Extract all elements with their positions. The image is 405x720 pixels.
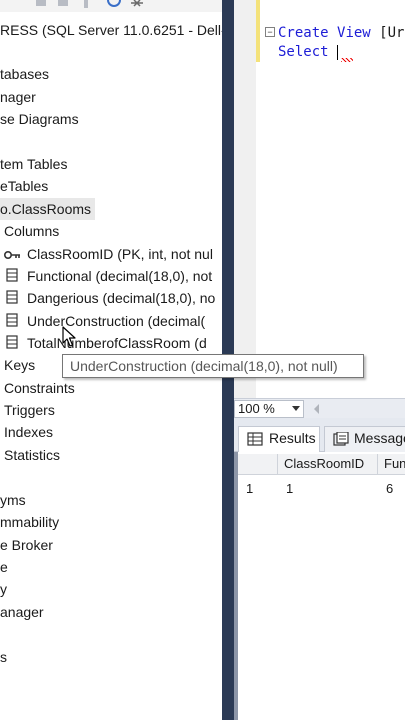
editor-margin — [234, 0, 256, 398]
object-explorer-toolbar — [0, 0, 223, 12]
tree-item-column-underconstruction[interactable]: UnderConstruction (decimal( — [4, 310, 205, 332]
tree-item-label: o.ClassRooms — [0, 201, 92, 217]
tree-item-column-functional[interactable]: Functional (decimal(18,0), not — [4, 265, 212, 287]
tree-item-indexes[interactable]: Indexes — [4, 421, 53, 443]
tree-item-service-broker[interactable]: e Broker — [0, 534, 53, 556]
text-caret — [337, 44, 339, 60]
tab-results[interactable]: Results — [238, 426, 320, 452]
tree-item-programmability[interactable]: mmability — [0, 511, 59, 533]
column-icon — [4, 266, 21, 288]
code-keyword: Select — [278, 44, 329, 60]
tree-item-label: TotalNumberofClassRoom (d — [27, 335, 207, 351]
tree-item-label: Constraints — [4, 380, 75, 396]
server-node[interactable]: RESS (SQL Server 11.0.6251 - Dell-I — [0, 19, 223, 41]
server-node-label: RESS (SQL Server 11.0.6251 - Dell-I — [0, 22, 223, 38]
grid-cell-functional[interactable]: 6 — [378, 478, 405, 500]
tree-item-label: ClassRoomID (PK, int, not nul — [27, 246, 213, 262]
grid-header-rownum — [238, 454, 278, 475]
code-keyword: View — [337, 25, 371, 41]
tree-item-label: Indexes — [4, 424, 54, 440]
tree-item-triggers[interactable]: Triggers — [4, 399, 55, 421]
toolbar-icons — [36, 0, 143, 8]
tree-item-label: Dangerious (decimal(18,0), no — [27, 290, 216, 306]
tree-item-label: tabases — [0, 66, 50, 82]
zoom-value: 100 % — [238, 401, 275, 416]
code-keyword: Create — [278, 25, 329, 41]
tree-item-label: nager — [0, 89, 36, 105]
tree-item-label: eTables — [0, 178, 49, 194]
tree-item-column-totalnumberofclassroom[interactable]: TotalNumberofClassRoom (d — [4, 332, 207, 354]
tree-item-constraints[interactable]: Constraints — [4, 377, 75, 399]
mouse-cursor-icon — [62, 326, 76, 347]
tree-item-label: Functional (decimal(18,0), not — [27, 268, 213, 284]
scroll-left-icon[interactable] — [314, 404, 319, 414]
tree-item-label: y — [0, 581, 7, 597]
tree-item-column-classroomid[interactable]: ClassRoomID (PK, int, not nul — [3, 243, 213, 266]
column-icon — [4, 333, 21, 355]
code-text: [Ur — [379, 25, 405, 41]
collapse-icon[interactable]: − — [265, 27, 275, 37]
tree-item-storage[interactable]: e — [0, 556, 8, 578]
tab-messages[interactable]: Message — [324, 426, 405, 452]
tree-item-filetables[interactable]: eTables — [0, 175, 48, 197]
tree-item-classrooms-table[interactable]: o.ClassRooms — [0, 198, 96, 220]
tree-item-label: anager — [0, 604, 44, 620]
tree-item-truncated[interactable]: s — [0, 646, 7, 668]
results-tab-strip: Results Message — [234, 418, 405, 452]
tree-item-label: Statistics — [4, 447, 61, 463]
column-icon — [4, 311, 21, 333]
tab-label: Results — [269, 430, 316, 446]
editor-status-strip: 100 % — [234, 398, 405, 418]
tree-item-label: Columns — [4, 223, 60, 239]
tree-item-databases[interactable]: tabases — [0, 63, 49, 85]
tree-item-security[interactable]: y — [0, 578, 7, 600]
change-indicator-bar — [256, 0, 260, 62]
column-tooltip: UnderConstruction (decimal(18,0), not nu… — [62, 354, 364, 378]
column-icon — [4, 288, 21, 310]
message-icon — [333, 431, 349, 446]
tree-item-label: se Diagrams — [0, 111, 79, 127]
tree-item-column-dangerious[interactable]: Dangerious (decimal(18,0), no — [4, 287, 215, 309]
tree-item-database-diagrams[interactable]: se Diagrams — [0, 108, 79, 130]
tree-item-label: UnderConstruction (decimal( — [27, 313, 206, 329]
tree-item-manager-2[interactable]: anager — [0, 601, 44, 623]
grid-header-classroomid[interactable]: ClassRoomID — [278, 454, 378, 475]
chevron-down-icon — [292, 406, 300, 411]
tree-item-label: mmability — [0, 514, 60, 530]
key-icon — [3, 244, 21, 266]
tree-item-statistics[interactable]: Statistics — [4, 444, 60, 466]
tree-item-manager[interactable]: nager — [0, 86, 36, 108]
grid-header-functional[interactable]: Fun — [378, 454, 405, 475]
code-line-2[interactable]: Select — [278, 42, 339, 62]
code-line-1[interactable]: Create View [Ur — [278, 23, 404, 43]
error-squiggle — [341, 58, 353, 62]
tree-item-synonyms[interactable]: yms — [0, 489, 26, 511]
tree-item-label: tem Tables — [0, 156, 68, 172]
tree-item-keys[interactable]: Keys — [4, 354, 35, 376]
grid-cell-classroomid[interactable]: 1 — [278, 478, 378, 500]
tree-item-label: e Broker — [0, 537, 53, 553]
tree-item-system-tables[interactable]: tem Tables — [0, 153, 67, 175]
tree-item-label: Keys — [4, 357, 36, 373]
tree-item-label: Triggers — [4, 402, 55, 418]
tree-item-label: yms — [0, 492, 26, 508]
grid-cell-rownum: 1 — [246, 481, 254, 496]
tree-item-label: s — [0, 649, 7, 665]
tree-item-label: e — [0, 559, 8, 575]
zoom-select[interactable]: 100 % — [234, 400, 304, 418]
tree-item-columns-folder[interactable]: Columns — [4, 220, 59, 242]
tab-label: Message — [354, 430, 405, 446]
grid-icon — [247, 432, 263, 446]
